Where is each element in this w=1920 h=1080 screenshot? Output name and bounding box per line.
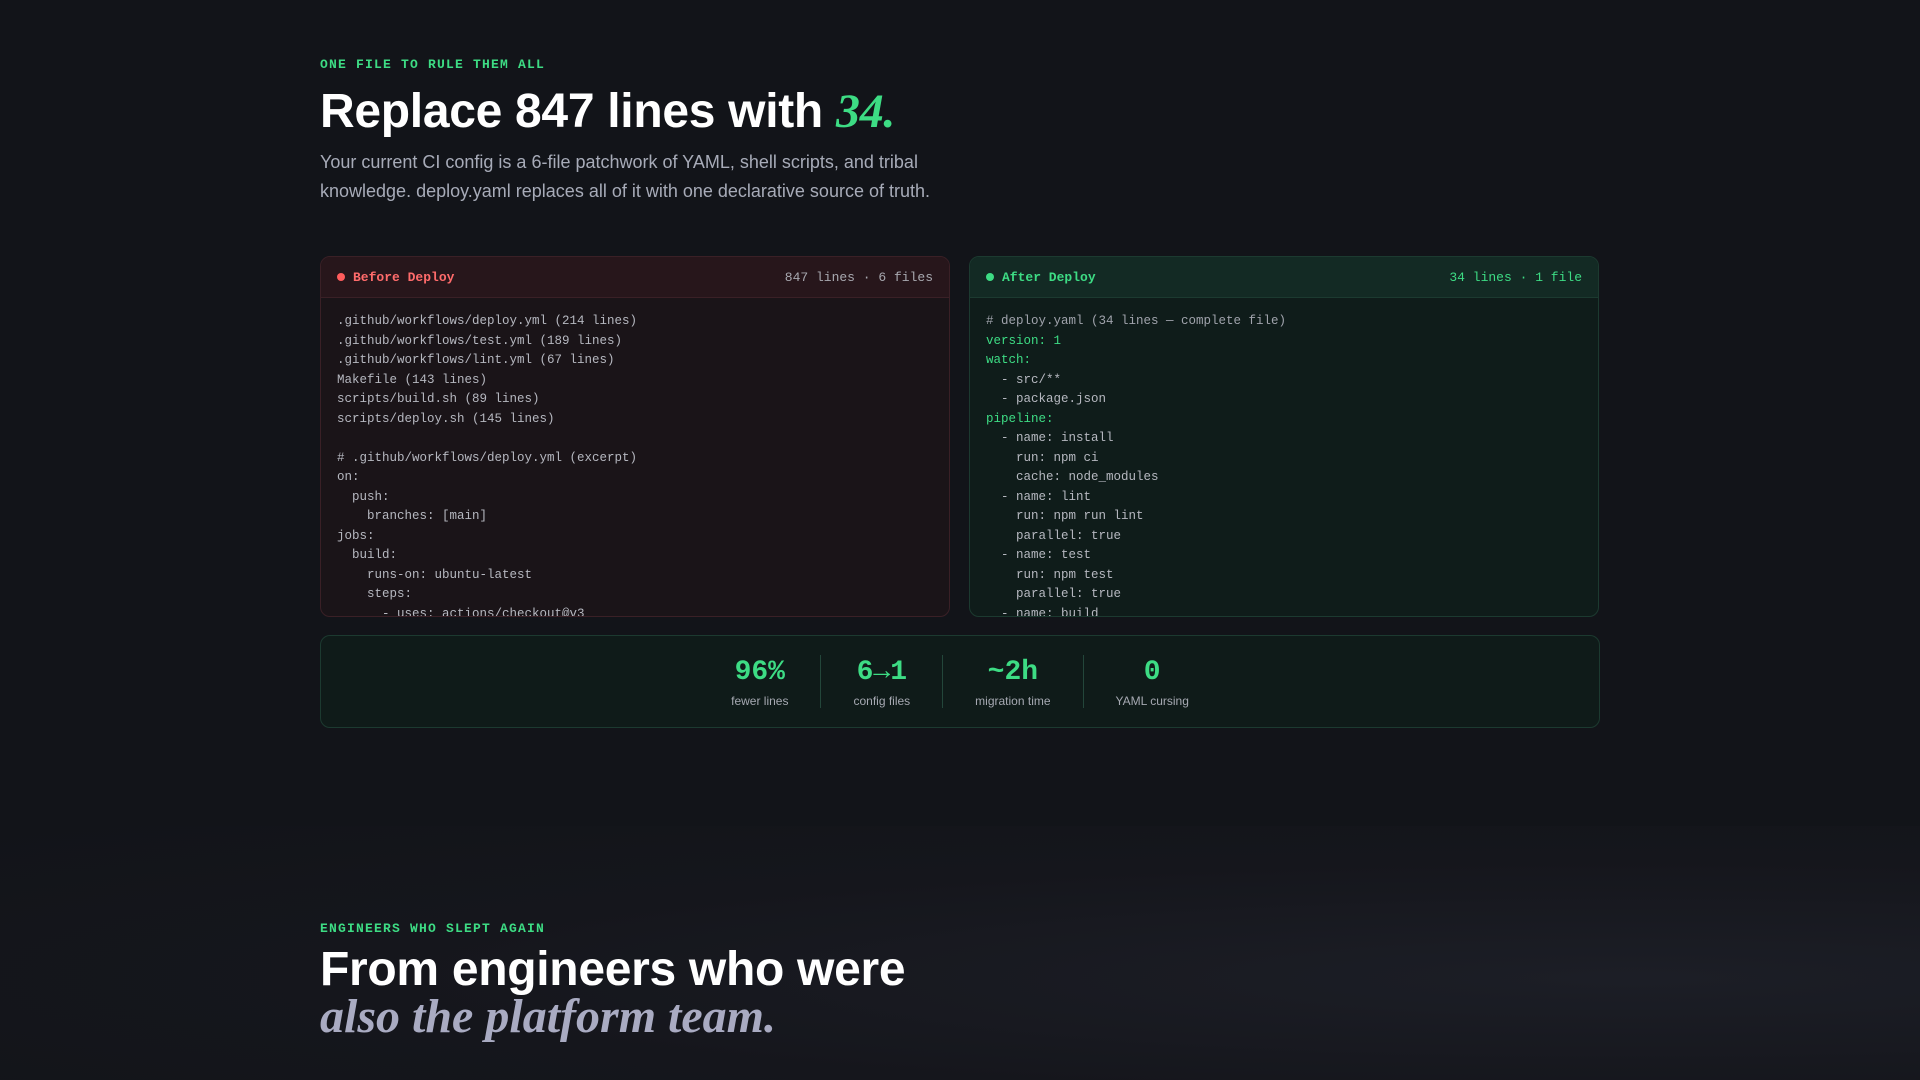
code-line: - src/** — [1001, 372, 1062, 387]
stat-label: YAML cursing — [1115, 694, 1189, 708]
green-status-dot-icon — [986, 273, 994, 281]
code-line: watch: — [986, 353, 1032, 367]
code-line: parallel: true — [1016, 528, 1122, 543]
code-line: run: npm run lint — [1016, 509, 1144, 523]
before-panel-header: Before Deploy 847 lines · 6 files — [321, 257, 949, 298]
code-line: - name: build — [1001, 606, 1099, 617]
code-line: # deploy.yaml (34 lines — complete file) — [986, 314, 1287, 328]
code-line: - uses: actions/checkout@v3 — [382, 606, 585, 617]
stat-label: config files — [853, 694, 911, 708]
code-line: .github/workflows/test.yml (189 lines) — [337, 333, 623, 348]
after-panel-title-group: After Deploy — [986, 270, 1096, 285]
stat-value: 0 — [1143, 657, 1161, 688]
after-panel-meta: 34 lines · 1 file — [1449, 269, 1582, 285]
code-line: .github/workflows/lint.yml (67 lines) — [337, 353, 615, 367]
testimonials-eyebrow: ENGINEERS WHO SLEPT AGAIN — [320, 921, 546, 936]
stat-config-files: 6→1 config files — [820, 655, 942, 708]
code-line: jobs: — [337, 528, 375, 543]
stat-label: migration time — [975, 694, 1051, 708]
testimonials-title: From engineers who were — [320, 943, 906, 996]
code-line: scripts/build.sh (89 lines) — [337, 392, 540, 406]
stats-bar: 96% fewer lines 6→1 config files ~2h mig… — [320, 635, 1600, 728]
code-line: scripts/deploy.sh (145 lines) — [337, 411, 555, 426]
code-line: runs-on: ubuntu-latest — [367, 567, 533, 582]
before-panel-meta: 847 lines · 6 files — [784, 269, 933, 285]
hero-subtitle: Your current CI config is a 6-file patch… — [320, 152, 930, 201]
code-line: run: npm test — [1016, 567, 1114, 582]
before-code-block: .github/workflows/deploy.yml (214 lines)… — [321, 298, 949, 617]
stat-label: fewer lines — [731, 694, 789, 708]
before-panel-title-group: Before Deploy — [337, 270, 454, 285]
before-panel-title: Before Deploy — [353, 269, 455, 285]
code-line: run: npm ci — [1016, 450, 1099, 465]
stat-value: 96% — [734, 657, 785, 688]
stat-value: 6→1 — [856, 657, 908, 688]
code-line: steps: — [367, 587, 413, 601]
code-line: - name: install — [1001, 431, 1114, 445]
red-status-dot-icon — [337, 273, 345, 281]
content-wrap: ONE FILE TO RULE THEM ALL Replace 847 li… — [320, 0, 1600, 1080]
headline-accent: 34. — [836, 85, 896, 138]
code-line: version: 1 — [986, 333, 1062, 348]
after-panel-title: After Deploy — [1002, 269, 1096, 285]
after-code-block: # deploy.yaml (34 lines — complete file)… — [970, 298, 1598, 617]
hero-eyebrow: ONE FILE TO RULE THEM ALL — [320, 57, 546, 72]
code-line: - name: lint — [1001, 489, 1092, 504]
code-line: # .github/workflows/deploy.yml (excerpt) — [337, 450, 638, 465]
stat-fewer-lines: 96% fewer lines — [699, 655, 820, 708]
before-panel: Before Deploy 847 lines · 6 files .githu… — [320, 256, 950, 617]
stat-yaml-cursing: 0 YAML cursing — [1082, 655, 1221, 708]
code-line: cache: node_modules — [1016, 470, 1159, 484]
after-panel: After Deploy 34 lines · 1 file # deploy.… — [969, 256, 1599, 617]
code-line: branches: [main] — [367, 509, 488, 523]
code-line: Makefile (143 lines) — [337, 372, 488, 387]
testimonials-title-italic: also the platform team. — [320, 990, 776, 1043]
code-line: build: — [352, 548, 398, 562]
code-line: pipeline: — [986, 411, 1054, 426]
code-line: - name: test — [1001, 548, 1092, 562]
headline-main: Replace 847 lines with — [320, 85, 836, 138]
code-line: - package.json — [1001, 392, 1107, 406]
code-line: push: — [352, 489, 390, 504]
code-line: parallel: true — [1016, 587, 1122, 601]
after-panel-header: After Deploy 34 lines · 1 file — [970, 257, 1598, 298]
code-line: on: — [337, 470, 360, 484]
stat-migration-time: ~2h migration time — [942, 655, 1082, 708]
code-line: .github/workflows/deploy.yml (214 lines) — [337, 314, 638, 328]
stat-value: ~2h — [987, 657, 1039, 688]
hero-headline: Replace 847 lines with 34. — [320, 84, 895, 139]
